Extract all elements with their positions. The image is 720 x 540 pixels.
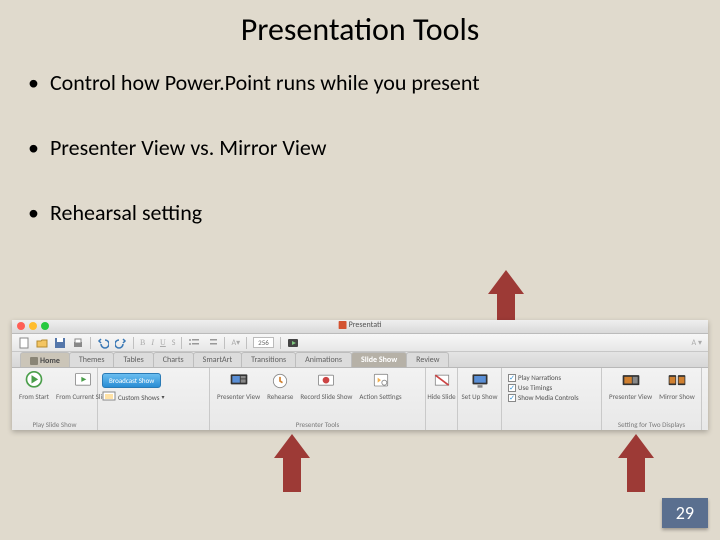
hide-slide-button[interactable]: Hide Slide bbox=[430, 371, 453, 401]
show-media-controls-checkbox[interactable]: ✓Show Media Controls bbox=[508, 393, 595, 402]
group-caption: Presenter Tools bbox=[210, 420, 425, 429]
powerpoint-ribbon-screenshot: Presentati B I U S A▾ 256 A ▾ Home Theme… bbox=[12, 320, 708, 430]
undo-icon[interactable] bbox=[97, 337, 109, 349]
tab-slide-show[interactable]: Slide Show bbox=[351, 352, 407, 367]
print-icon[interactable] bbox=[72, 337, 84, 349]
play-narrations-checkbox[interactable]: ✓Play Narrations bbox=[508, 373, 595, 382]
page-number: 29 bbox=[662, 498, 708, 528]
broadcast-show-button[interactable]: Broadcast Show bbox=[102, 373, 161, 388]
tab-home[interactable]: Home bbox=[20, 352, 70, 367]
rehearse-button[interactable]: Rehearse bbox=[264, 371, 296, 401]
group-caption: Setting for Two Displays bbox=[602, 420, 701, 429]
bullet-item: Control how Power.Point runs while you p… bbox=[28, 69, 692, 96]
record-slide-show-button[interactable]: Record Slide Show bbox=[297, 371, 355, 401]
redo-icon[interactable] bbox=[115, 337, 127, 349]
bullet-item: Presenter View vs. Mirror View bbox=[28, 134, 692, 161]
custom-shows-button[interactable]: Custom Shows▾ bbox=[102, 391, 164, 403]
slide-title: Presentation Tools bbox=[0, 0, 720, 49]
from-start-button[interactable]: From Start bbox=[16, 371, 52, 401]
open-icon[interactable] bbox=[36, 337, 48, 349]
use-timings-checkbox[interactable]: ✓Use Timings bbox=[508, 383, 595, 392]
tab-review[interactable]: Review bbox=[406, 352, 449, 367]
tab-tables[interactable]: Tables bbox=[113, 352, 153, 367]
tab-transitions[interactable]: Transitions bbox=[241, 352, 296, 367]
group-caption: Play Slide Show bbox=[12, 420, 97, 429]
tab-themes[interactable]: Themes bbox=[69, 352, 115, 367]
minimize-icon bbox=[29, 322, 37, 330]
zoom-field[interactable]: 256 bbox=[253, 337, 274, 348]
callout-arrow bbox=[274, 434, 310, 492]
zoom-icon bbox=[41, 322, 49, 330]
ribbon-tabs: Home Themes Tables Charts SmartArt Trans… bbox=[12, 352, 708, 368]
tab-smartart[interactable]: SmartArt bbox=[193, 352, 242, 367]
new-icon[interactable] bbox=[18, 337, 30, 349]
bullets-icon[interactable] bbox=[188, 337, 200, 349]
tab-animations[interactable]: Animations bbox=[295, 352, 352, 367]
set-up-show-button[interactable]: Set Up Show bbox=[462, 371, 497, 401]
presenter-view-button[interactable]: Presenter View bbox=[214, 371, 263, 401]
play-icon[interactable] bbox=[287, 337, 299, 349]
bullet-list: Control how Power.Point runs while you p… bbox=[0, 49, 720, 226]
numbering-icon[interactable] bbox=[206, 337, 218, 349]
quick-access-toolbar: B I U S A▾ 256 A ▾ bbox=[12, 334, 708, 352]
callout-arrow bbox=[618, 434, 654, 492]
document-title: Presentati bbox=[339, 320, 382, 330]
bullet-item: Rehearsal setting bbox=[28, 199, 692, 226]
ribbon-content: From Start From Current Slide Play Slide… bbox=[12, 368, 708, 430]
close-icon bbox=[17, 322, 25, 330]
save-icon[interactable] bbox=[54, 337, 66, 349]
tab-charts[interactable]: Charts bbox=[153, 352, 194, 367]
presenter-view-display-button[interactable]: Presenter View bbox=[606, 371, 655, 401]
mirror-show-button[interactable]: Mirror Show bbox=[656, 371, 698, 401]
action-settings-button[interactable]: Action Settings bbox=[356, 371, 404, 401]
window-titlebar: Presentati bbox=[12, 320, 708, 334]
